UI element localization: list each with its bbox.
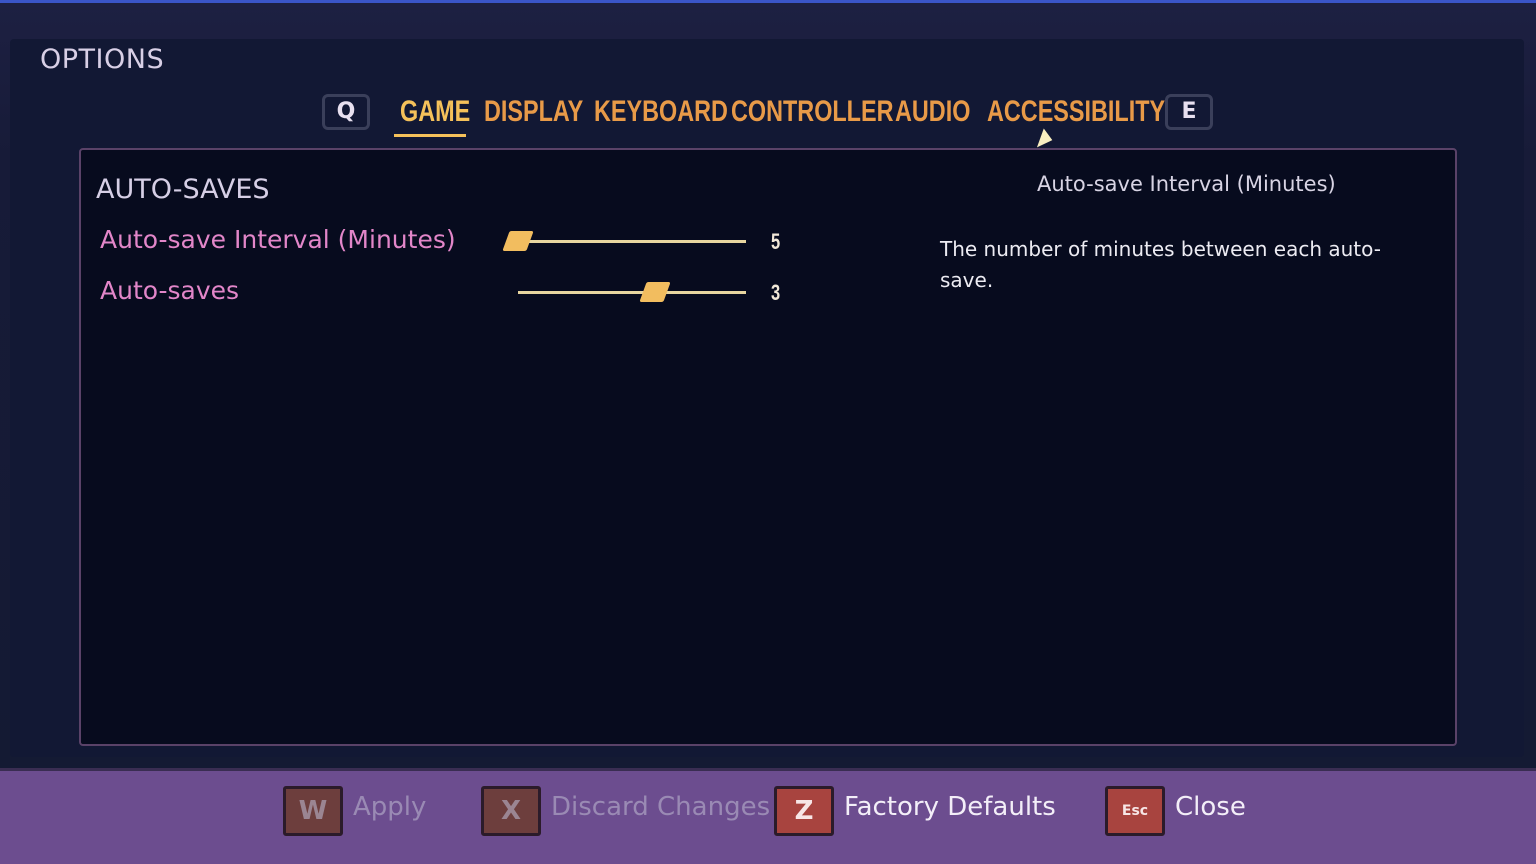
tab-audio[interactable]: AUDIO	[895, 94, 970, 130]
apply-label[interactable]: Apply	[353, 792, 426, 822]
page-title: OPTIONS	[40, 44, 165, 75]
apply-key[interactable]: W	[283, 786, 343, 836]
tab-keyboard[interactable]: KEYBOARD	[594, 94, 728, 130]
discard-label[interactable]: Discard Changes	[551, 792, 770, 822]
factory-defaults-label[interactable]: Factory Defaults	[844, 792, 1056, 822]
active-tab-underline	[394, 134, 466, 137]
factory-defaults-key[interactable]: Z	[774, 786, 834, 836]
autosave-interval-value: 5	[771, 229, 781, 254]
tab-accessibility[interactable]: ACCESSIBILITY	[987, 94, 1165, 130]
discard-key[interactable]: X	[481, 786, 541, 836]
tab-controller[interactable]: CONTROLLER	[731, 94, 893, 130]
prev-tab-key[interactable]: Q	[322, 94, 370, 130]
help-description: The number of minutes between each auto-…	[940, 237, 1381, 292]
autosaves-value: 3	[771, 280, 781, 305]
tab-display[interactable]: DISPLAY	[484, 94, 583, 130]
slider-track[interactable]	[518, 291, 746, 294]
close-key[interactable]: Esc	[1105, 786, 1165, 836]
next-tab-key[interactable]: E	[1165, 94, 1213, 130]
setting-label-autosaves[interactable]: Auto-saves	[100, 276, 239, 305]
section-title: AUTO-SAVES	[96, 174, 270, 205]
setting-label-autosave-interval[interactable]: Auto-save Interval (Minutes)	[100, 225, 456, 254]
help-title: Auto-save Interval (Minutes)	[1037, 172, 1336, 196]
slider-track[interactable]	[518, 240, 746, 243]
tab-game[interactable]: GAME	[400, 94, 470, 130]
close-label[interactable]: Close	[1175, 792, 1246, 822]
